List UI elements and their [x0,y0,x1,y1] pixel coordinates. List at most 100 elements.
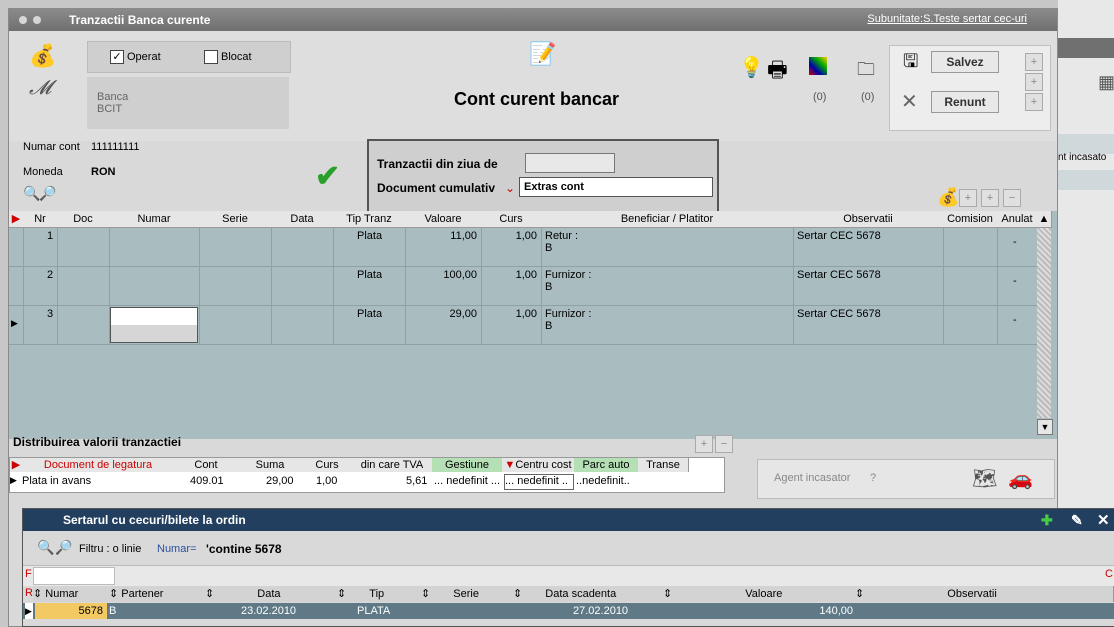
transactions-filter-panel: Tranzactii din ziua de Document cumulati… [367,139,719,215]
col-valoare[interactable]: Valoare [405,211,482,228]
day-input[interactable] [525,153,615,173]
blocat-checkbox[interactable]: Blocat [204,50,252,64]
filter-input[interactable] [33,567,115,585]
agent-panel: Agent incasator ? 🗺 🚗 [757,459,1055,499]
counter-left: (0) [813,91,827,103]
page-title: Cont curent bancar [454,89,620,109]
car-icon[interactable]: 🚗 [1008,466,1033,491]
dialog-title: Sertarul cu cecuri/bilete la ordin [63,513,246,527]
add-icon[interactable]: ✚ [1041,512,1053,529]
search-advanced-icon[interactable]: 🔎 [55,539,72,556]
edit-icon[interactable]: ✎ [1071,512,1083,529]
col-observatii[interactable]: Observatii [793,211,944,228]
scroll-down-icon[interactable]: ▼ [1037,419,1053,435]
transactions-grid: ▶ Nr Doc Numar Serie Data Tip Tranz Valo… [9,211,1057,439]
bg-window-row [1058,134,1114,154]
dcol-centru[interactable]: ▼Centru cost [502,458,575,472]
dcol-gestiune[interactable]: Gestiune [432,458,503,472]
col-anulat[interactable]: Anulat [997,211,1038,228]
scol-tip[interactable]: ⇕ Tip [337,586,422,602]
sort-icon: ⇕ [109,588,119,600]
filter-field: Numar= [157,543,197,555]
map-icon[interactable]: 🗺 [972,466,997,491]
scol-observatii[interactable]: ⇕ Observatii [855,586,1114,602]
sort-icon: ⇕ [337,588,347,600]
col-beneficiar[interactable]: Beneficiar / Platitor [541,211,794,228]
agent-help[interactable]: ? [870,472,876,484]
agent-label: Agent incasator [774,472,851,484]
cumulative-doc-field[interactable]: Extras cont [519,177,713,197]
scol-serie[interactable]: ⇕ Serie [421,586,514,602]
lightbulb-icon[interactable]: 💡 [739,55,764,80]
printer-icon[interactable]: 🖶 [767,53,788,91]
spin-up-icon[interactable]: + [1025,53,1043,71]
edit-document-icon[interactable]: 📝 [529,41,556,67]
scol-numar[interactable]: ⇕ Numar [33,586,110,602]
remove-row-icon[interactable]: − [1003,189,1021,207]
table-row[interactable]: ▶ 5678 B 23.02.2010 PLATA 27.02.2010 140… [23,603,1114,619]
cancel-button[interactable]: Renunt [931,91,999,113]
dcol-curs[interactable]: Curs [302,458,353,472]
dist-remove-icon[interactable]: − [715,435,733,453]
money-bag-small-icon[interactable]: 💰 [937,187,959,208]
scol-valoare[interactable]: ⇕ Valoare [663,586,856,602]
col-data[interactable]: Data [271,211,334,228]
operat-checkbox[interactable]: ✓ Operat [110,50,161,64]
dcol-document[interactable]: Document de legatura [22,458,175,472]
numar-edit-input[interactable] [110,307,198,343]
subunit-link[interactable]: Subunitate:S.Teste sertar cec-uri [867,13,1027,25]
search-advanced-icon[interactable]: 🔎 [39,185,56,202]
col-serie[interactable]: Serie [199,211,272,228]
window-title: Tranzactii Banca curente [69,13,211,27]
dcol-transe[interactable]: Transe [638,458,689,472]
search-icon[interactable]: 🔍 [23,185,40,202]
dcol-tva[interactable]: din care TVA [352,458,433,472]
sort-icon: ⇕ [33,588,43,600]
dropdown-arrow-icon[interactable]: ⌄ [505,181,515,195]
current-row-arrow-icon: ▶ [25,603,33,619]
currency-label: Moneda [23,166,63,178]
col-comision[interactable]: Comision [943,211,998,228]
dcol-suma[interactable]: Suma [238,458,303,472]
scol-scadenta[interactable]: ⇕ Data scadenta [513,586,664,602]
minimize-dot-icon[interactable] [33,16,41,24]
close-dot-icon[interactable] [19,16,27,24]
dcol-parc[interactable]: Parc auto [574,458,639,472]
sort-icon: ⇕ [663,588,673,600]
col-nr[interactable]: Nr [23,211,58,228]
confirm-checkmark-icon[interactable]: ✔ [315,159,340,194]
table-row[interactable]: 1 Plata 11,00 1,00 Retur : B Sertar CEC … [9,228,1037,267]
table-row[interactable]: 2 Plata 100,00 1,00 Furnizor : B Sertar … [9,267,1037,306]
scol-partener[interactable]: ⇕ Partener [109,586,206,602]
currency-value: RON [91,166,116,178]
checkmark-icon: ✓ [110,50,124,64]
filter-label: Filtru : o linie [79,543,142,555]
table-row[interactable]: ▶ 3 Plata 29,00 1,00 Furnizor : B Sertar… [9,306,1037,345]
filter-value[interactable]: 'contine 5678 [206,542,282,556]
close-icon[interactable]: ✕ [1097,511,1110,529]
scol-data[interactable]: ⇕ Data [205,586,338,602]
add-row-alt-icon[interactable]: + [981,189,999,207]
add-row-icon[interactable]: + [959,189,977,207]
spin-down-icon[interactable]: + [1025,93,1043,111]
bank-label: Banca [97,91,129,103]
distribution-row[interactable]: ▶ Plata in avans 409.01 29,00 1,00 5,61 … [10,474,722,490]
cube-icon[interactable] [809,57,827,75]
col-doc[interactable]: Doc [57,211,110,228]
money-bag-icon: 💰 [29,43,57,68]
cancel-x-icon: ✕ [901,91,918,113]
col-numar[interactable]: Numar [109,211,200,228]
search-icon[interactable]: 🔍 [37,539,54,556]
scroll-up-icon[interactable]: ▲ [1037,211,1052,228]
col-tip-tranz[interactable]: Tip Tranz [333,211,406,228]
grid-scrollbar[interactable] [1037,228,1051,418]
dist-add-icon[interactable]: + [695,435,713,453]
save-button[interactable]: Salvez [931,51,999,73]
folder-icon[interactable]: 🗀 [857,57,875,87]
bg-window-row [1058,170,1114,190]
col-curs[interactable]: Curs [481,211,542,228]
bg-agent-label: nt incasato [1058,152,1107,163]
spin-mid-icon[interactable]: + [1025,73,1043,91]
dcol-cont[interactable]: Cont [174,458,239,472]
row-indicator-header: ▶ [9,211,24,228]
